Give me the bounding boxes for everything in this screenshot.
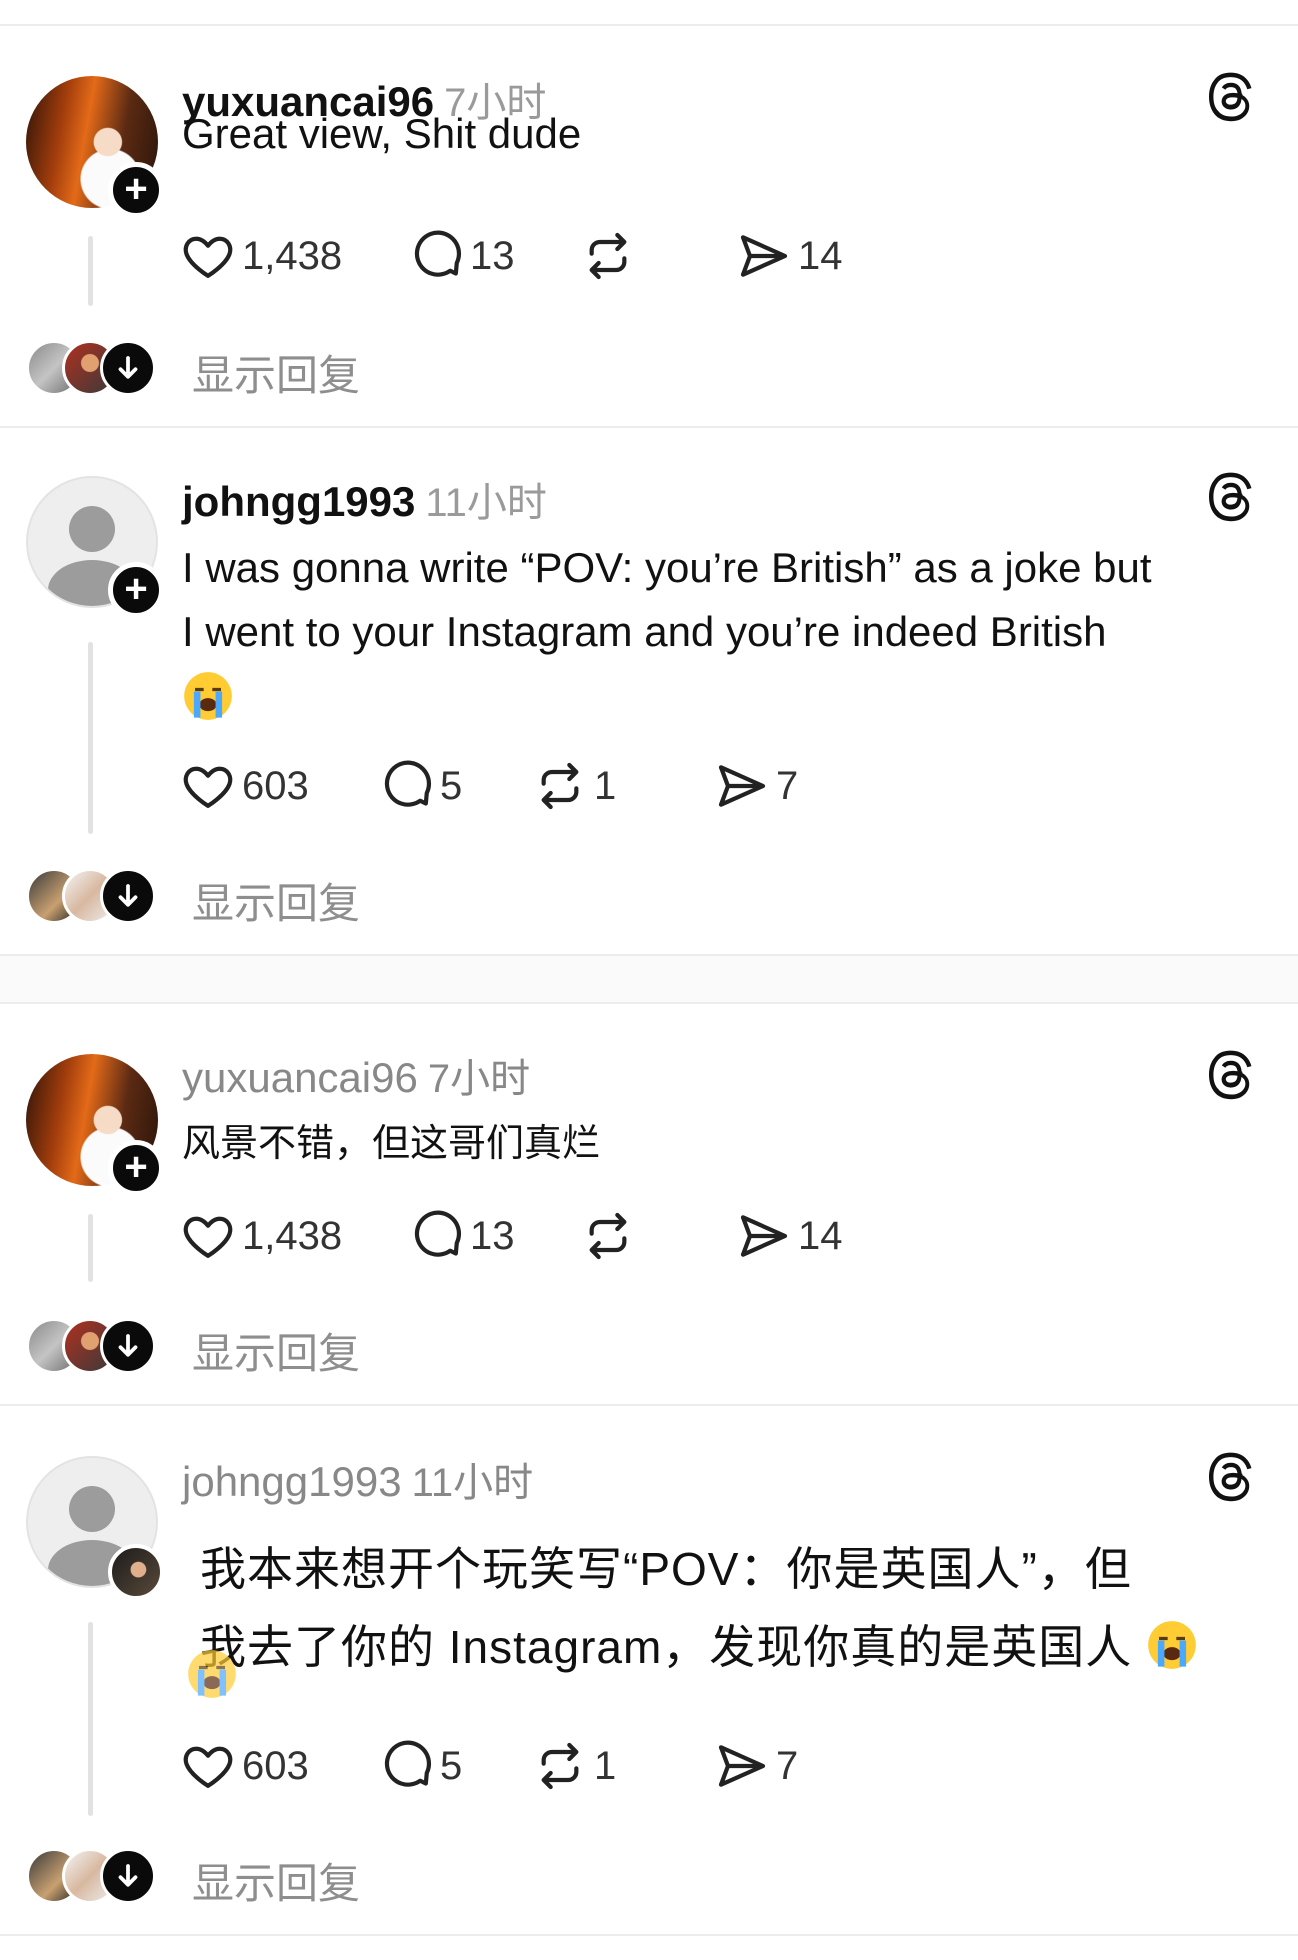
- repost-icon: [589, 1212, 627, 1260]
- thread-line: [88, 236, 93, 306]
- post-divider: [0, 1002, 1298, 1004]
- share-button[interactable]: 14: [736, 1206, 843, 1266]
- send-icon: [740, 1215, 788, 1257]
- show-replies-label[interactable]: 显示回复: [192, 342, 360, 403]
- like-button[interactable]: 603: [180, 756, 309, 816]
- post-meta: johngg1993 11小时: [182, 1450, 533, 1508]
- threads-logo-icon[interactable]: [1202, 68, 1258, 124]
- repost-button[interactable]: 1: [532, 756, 616, 816]
- comment-button[interactable]: 5: [378, 756, 462, 816]
- like-count: 603: [242, 1743, 309, 1788]
- post-meta: johngg1993 11小时: [182, 470, 547, 528]
- loudly-crying-face-icon: [1148, 1621, 1196, 1669]
- post-divider: [0, 1404, 1298, 1406]
- show-replies-label[interactable]: 显示回复: [192, 870, 360, 931]
- like-button[interactable]: 603: [180, 1736, 309, 1796]
- timestamp: 11小时: [425, 481, 547, 525]
- text-line: 我去了你的 Instagram，发现你真的是英国人: [200, 1621, 1133, 1673]
- post-text: 风景不错，但这哥们真烂: [182, 1112, 600, 1176]
- thread-line: [88, 1214, 93, 1282]
- arrow-down-icon: [100, 340, 156, 396]
- like-button[interactable]: 1,438: [180, 1206, 342, 1266]
- like-button[interactable]: 1,438: [180, 226, 342, 286]
- show-replies-label[interactable]: 显示回复: [192, 1320, 360, 1381]
- share-count: 7: [776, 763, 799, 808]
- repost-button[interactable]: 1: [532, 1736, 616, 1796]
- heart-icon: [183, 1216, 233, 1258]
- arrow-down-icon: [100, 1318, 156, 1374]
- username[interactable]: johngg1993: [182, 478, 415, 525]
- send-icon: [740, 235, 788, 277]
- like-count: 1,438: [242, 1213, 343, 1258]
- share-count: 7: [776, 1743, 799, 1788]
- comment-button[interactable]: 13: [408, 1206, 515, 1266]
- loudly-crying-face-icon: [184, 672, 232, 720]
- share-button[interactable]: 14: [736, 226, 843, 286]
- post-meta: yuxuancai96 7小时: [182, 1046, 530, 1104]
- text-line: I went to your Instagram and you’re inde…: [182, 608, 1107, 655]
- arrow-down-icon: [100, 1848, 156, 1904]
- heart-icon: [183, 236, 233, 278]
- like-count: 603: [242, 763, 309, 808]
- share-count: 14: [798, 233, 843, 278]
- arrow-down-icon: [100, 868, 156, 924]
- loudly-crying-face-icon: [188, 1650, 236, 1698]
- thread-line: [88, 642, 93, 834]
- post-divider: [0, 426, 1298, 428]
- comment-button[interactable]: 5: [378, 1736, 462, 1796]
- top-divider: [0, 24, 1298, 26]
- repost-count: 1: [594, 763, 617, 808]
- text-line: I was gonna write “POV: you’re British” …: [182, 544, 1152, 591]
- send-icon: [718, 765, 766, 807]
- repost-icon: [541, 762, 579, 810]
- text-line: 我本来想开个玩笑写“POV：你是英国人”，但: [200, 1543, 1132, 1595]
- post-text: I was gonna write “POV: you’re British” …: [182, 536, 1152, 732]
- post-divider: [0, 1934, 1298, 1936]
- timestamp: 11小时: [411, 1461, 534, 1505]
- repost-button[interactable]: [580, 226, 642, 286]
- heart-icon: [183, 766, 233, 808]
- user-mini-avatar: [108, 1544, 164, 1600]
- like-count: 1,438: [242, 233, 343, 278]
- repost-count: 1: [594, 1743, 617, 1788]
- follow-plus-icon[interactable]: +: [108, 1140, 164, 1196]
- gap-spacer: [0, 956, 1298, 1002]
- send-icon: [718, 1745, 766, 1787]
- comment-count: 5: [440, 1743, 463, 1788]
- comment-bubble-icon: [414, 1210, 461, 1257]
- comment-bubble-icon: [384, 1740, 431, 1787]
- repost-button[interactable]: [580, 1206, 642, 1266]
- username[interactable]: yuxuancai96: [182, 1054, 418, 1101]
- repost-icon: [589, 232, 627, 280]
- timestamp: 7小时: [427, 1057, 531, 1101]
- threads-logo-icon[interactable]: [1202, 1448, 1258, 1504]
- follow-plus-icon[interactable]: +: [108, 562, 164, 618]
- repost-icon: [541, 1742, 579, 1790]
- comment-bubble-icon: [414, 230, 461, 277]
- follow-plus-icon[interactable]: +: [108, 162, 164, 218]
- comment-count: 13: [470, 233, 515, 278]
- text-line: 风景不错，但这哥们真烂: [182, 1123, 601, 1165]
- share-count: 14: [798, 1213, 843, 1258]
- thread-line: [88, 1622, 93, 1816]
- heart-icon: [183, 1746, 233, 1788]
- username[interactable]: johngg1993: [182, 1458, 402, 1505]
- threads-logo-icon[interactable]: [1202, 468, 1258, 524]
- comment-bubble-icon: [384, 760, 431, 807]
- comment-button[interactable]: 13: [408, 226, 515, 286]
- show-replies-label[interactable]: 显示回复: [192, 1850, 360, 1911]
- comment-count: 13: [470, 1213, 515, 1258]
- post-text: Great view, Shit dude: [182, 102, 581, 166]
- post-text: 我本来想开个玩笑写“POV：你是英国人”，但 我去了你的 Instagram，发…: [200, 1530, 1198, 1686]
- threads-logo-icon[interactable]: [1202, 1046, 1258, 1102]
- comment-count: 5: [440, 763, 463, 808]
- text-line: Great view, Shit dude: [182, 110, 582, 157]
- share-button[interactable]: 7: [714, 756, 798, 816]
- share-button[interactable]: 7: [714, 1736, 798, 1796]
